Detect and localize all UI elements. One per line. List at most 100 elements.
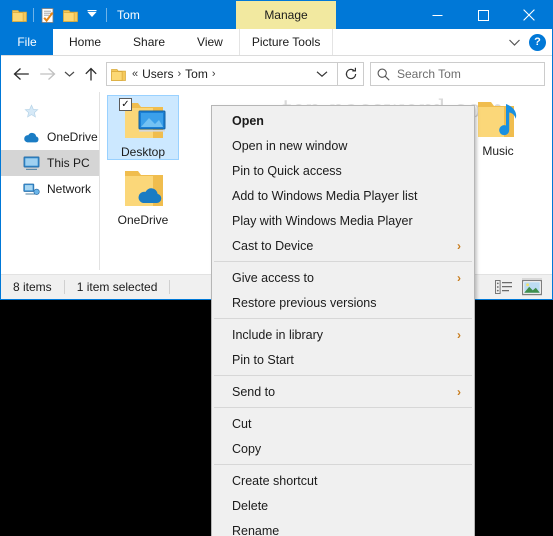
- up-button[interactable]: [78, 61, 104, 87]
- this-pc-monitor-icon: [23, 155, 40, 172]
- menu-item-label: Copy: [232, 441, 262, 456]
- menu-item-include-in-library[interactable]: Include in library ›: [212, 322, 474, 347]
- sidebar-item-onedrive[interactable]: OneDrive: [1, 124, 99, 150]
- status-item-count: 8 items: [13, 280, 52, 294]
- star-icon: [23, 103, 40, 120]
- address-bar[interactable]: « Users › Tom ›: [106, 62, 338, 86]
- ribbon-right-controls: ?: [508, 29, 552, 55]
- menu-item-pin-to-quick-access[interactable]: Pin to Quick access: [212, 158, 474, 183]
- menu-item-restore-previous-versions[interactable]: Restore previous versions: [212, 290, 474, 315]
- sidebar-item-label: This PC: [47, 156, 90, 170]
- menu-item-cast-to-device[interactable]: Cast to Device ›: [212, 233, 474, 258]
- menu-separator: [214, 375, 472, 376]
- chevron-down-icon[interactable]: [508, 38, 521, 47]
- back-button[interactable]: [8, 61, 34, 87]
- list-item-label: OneDrive: [117, 213, 169, 227]
- menu-separator: [214, 407, 472, 408]
- list-item-onedrive[interactable]: OneDrive: [107, 164, 179, 227]
- menu-item-rename[interactable]: Rename: [212, 518, 474, 536]
- address-dropdown-icon[interactable]: [309, 70, 335, 78]
- menu-item-label: Give access to: [232, 270, 314, 285]
- menu-separator: [214, 464, 472, 465]
- maximize-button[interactable]: [460, 1, 506, 29]
- customize-dropdown-icon[interactable]: [81, 4, 103, 26]
- tab-view[interactable]: View: [181, 29, 239, 55]
- onedrive-cloud-icon: [23, 129, 40, 146]
- menu-item-create-shortcut[interactable]: Create shortcut: [212, 468, 474, 493]
- list-item-label: Music: [482, 144, 514, 158]
- sidebar-item-label: Network: [47, 182, 92, 196]
- ribbon-tab-bar: File Home Share View Picture Tools ?: [1, 29, 552, 56]
- menu-item-send-to[interactable]: Send to ›: [212, 379, 474, 404]
- tab-file[interactable]: File: [1, 29, 53, 55]
- breadcrumb-users[interactable]: Users: [141, 67, 174, 81]
- menu-item-label: Cut: [232, 416, 252, 431]
- menu-item-label: Delete: [232, 498, 269, 513]
- status-selection: 1 item selected: [76, 280, 158, 294]
- search-icon: [377, 68, 390, 81]
- menu-item-open-in-new-window[interactable]: Open in new window: [212, 133, 474, 158]
- sidebar-item-network[interactable]: Network: [1, 176, 99, 202]
- screenshot-root: Tom Manage File Home Share View Picture …: [0, 0, 553, 536]
- menu-item-label: Rename: [232, 523, 280, 536]
- menu-item-copy[interactable]: Copy: [212, 436, 474, 461]
- list-item-desktop[interactable]: ✓ Desktop: [107, 95, 179, 160]
- menu-item-label: Include in library: [232, 327, 324, 342]
- minimize-button[interactable]: [414, 1, 460, 29]
- list-item-label: Desktop: [120, 145, 166, 159]
- menu-item-pin-to-start[interactable]: Pin to Start: [212, 347, 474, 372]
- folder-desktop-icon: ✓: [117, 96, 169, 144]
- forward-button[interactable]: [34, 61, 60, 87]
- folder-music-icon: [472, 95, 524, 143]
- contextual-tab-group-manage[interactable]: Manage: [236, 1, 336, 29]
- menu-item-add-to-windows-media-player-list[interactable]: Add to Windows Media Player list: [212, 183, 474, 208]
- search-box[interactable]: Search Tom: [370, 62, 545, 86]
- view-buttons: [494, 278, 552, 296]
- details-view-icon[interactable]: [494, 278, 514, 296]
- qat-divider: [33, 8, 34, 22]
- network-icon: [23, 181, 40, 198]
- breadcrumb-tom[interactable]: Tom: [184, 67, 209, 81]
- menu-item-label: Restore previous versions: [232, 295, 377, 310]
- title-bar: Tom Manage: [1, 1, 552, 29]
- menu-item-play-with-windows-media-player[interactable]: Play with Windows Media Player: [212, 208, 474, 233]
- properties-icon[interactable]: [37, 4, 59, 26]
- menu-item-label: Play with Windows Media Player: [232, 213, 413, 228]
- tab-share[interactable]: Share: [117, 29, 181, 55]
- search-input[interactable]: Search Tom: [397, 67, 461, 81]
- breadcrumb-overflow[interactable]: «: [129, 68, 141, 80]
- address-bar-row: « Users › Tom › Search Tom: [1, 56, 552, 92]
- tab-home[interactable]: Home: [53, 29, 117, 55]
- quick-access-toolbar: [1, 4, 110, 26]
- refresh-button[interactable]: [338, 62, 364, 86]
- chevron-right-icon: ›: [457, 384, 461, 399]
- menu-item-give-access-to[interactable]: Give access to ›: [212, 265, 474, 290]
- sidebar-item-this-pc[interactable]: This PC: [1, 150, 99, 176]
- address-folder-icon: [111, 68, 126, 81]
- sidebar-item-quick-access[interactable]: [1, 98, 99, 124]
- selection-checkbox[interactable]: ✓: [119, 98, 132, 111]
- caption-buttons: [414, 1, 552, 29]
- breadcrumb-separator-1[interactable]: ›: [174, 68, 184, 80]
- window-title: Tom: [117, 8, 140, 22]
- folder-icon[interactable]: [8, 4, 30, 26]
- large-icons-view-icon[interactable]: [522, 278, 542, 296]
- sidebar-item-label: OneDrive: [47, 130, 98, 144]
- menu-separator: [214, 261, 472, 262]
- context-menu[interactable]: Open Open in new window Pin to Quick acc…: [211, 105, 475, 536]
- recent-locations-button[interactable]: [60, 61, 78, 87]
- chevron-right-icon: ›: [457, 238, 461, 253]
- breadcrumb-separator-2[interactable]: ›: [209, 68, 219, 80]
- new-folder-icon[interactable]: [59, 4, 81, 26]
- menu-separator: [214, 318, 472, 319]
- menu-item-cut[interactable]: Cut: [212, 411, 474, 436]
- qat-divider-2: [106, 8, 107, 22]
- close-button[interactable]: [506, 1, 552, 29]
- help-button[interactable]: ?: [529, 33, 546, 51]
- menu-item-label: Open: [232, 113, 264, 128]
- status-divider-2: [169, 280, 171, 294]
- tab-picture-tools[interactable]: Picture Tools: [238, 29, 334, 55]
- menu-item-label: Pin to Quick access: [232, 163, 342, 178]
- menu-item-delete[interactable]: Delete: [212, 493, 474, 518]
- menu-item-open[interactable]: Open: [212, 108, 474, 133]
